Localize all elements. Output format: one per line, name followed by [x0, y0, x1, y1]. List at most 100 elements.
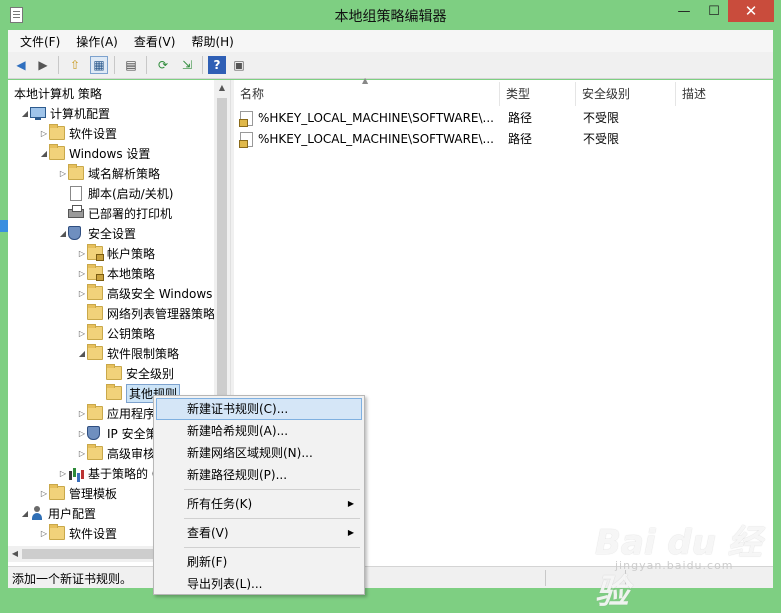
- context-menu-item-label: 刷新(F): [187, 555, 228, 569]
- expand-arrow-icon[interactable]: ▷: [77, 423, 87, 443]
- tree-item-label: 帐户策略: [107, 246, 156, 261]
- context-menu-item[interactable]: 新建网络区域规则(N)...: [156, 442, 362, 464]
- collapse-arrow-icon[interactable]: ◢: [39, 143, 49, 163]
- tree-item-label: 公钥策略: [107, 326, 156, 341]
- context-menu-item-label: 新建证书规则(C)...: [187, 402, 289, 416]
- menu-separator: [184, 518, 360, 519]
- tree-item[interactable]: 本地计算机 策略: [14, 83, 102, 103]
- tree-item[interactable]: ▷ 基于策略的 Q: [58, 463, 161, 483]
- document-icon: [70, 185, 82, 201]
- folder-icon: [87, 444, 103, 460]
- column-header-name[interactable]: 名称: [234, 82, 500, 106]
- submenu-arrow-icon: ▶: [347, 499, 354, 508]
- list-row[interactable]: %HKEY_LOCAL_MACHINE\SOFTWARE\... 路径 不受限: [234, 108, 773, 129]
- collapse-arrow-icon[interactable]: ◢: [58, 223, 68, 243]
- tree-item[interactable]: 已部署的打印机: [58, 203, 172, 223]
- tree-item[interactable]: ▷ 管理模板: [39, 483, 117, 503]
- expand-arrow-icon[interactable]: ▷: [58, 163, 68, 183]
- tree-item-label: 管理模板: [69, 486, 118, 501]
- expand-arrow-icon[interactable]: ▷: [58, 463, 68, 483]
- refresh-icon[interactable]: ⟳: [154, 56, 172, 74]
- context-menu-item[interactable]: 查看(V) ▶: [156, 522, 362, 544]
- up-folder-icon[interactable]: ⇧: [66, 56, 84, 74]
- folder-icon: [49, 144, 65, 160]
- tree-item[interactable]: ▷ 公钥策略: [77, 323, 155, 343]
- folder-icon: [87, 284, 103, 300]
- scroll-up-icon[interactable]: ▲: [214, 80, 230, 96]
- column-header-description[interactable]: 描述: [676, 82, 773, 106]
- tree-item[interactable]: 网络列表管理器策略: [77, 303, 215, 323]
- tree-item-label: 基于策略的 Q: [88, 466, 162, 481]
- tree-item-label: 安全级别: [126, 366, 175, 381]
- tree-item-label: 本地策略: [107, 266, 156, 281]
- help-icon[interactable]: ?: [208, 56, 226, 74]
- column-header-type[interactable]: 类型: [500, 82, 576, 106]
- folder-icon: [106, 384, 122, 400]
- tree-item[interactable]: ▷ 本地策略: [77, 263, 155, 283]
- context-menu-item[interactable]: 刷新(F): [156, 551, 362, 573]
- content-area: 本地计算机 策略 ◢ 计算机配置 ▷ 软件设置 ◢ Windows 设置 ▷ 域名解析策略 脚本(…: [8, 76, 773, 566]
- folder-icon: [87, 344, 103, 360]
- tree-item[interactable]: ▷ 高级安全 Windows 防: [77, 283, 228, 303]
- expand-arrow-icon[interactable]: ▷: [77, 283, 87, 303]
- column-header-security-level[interactable]: 安全级别: [576, 82, 676, 106]
- back-arrow-icon[interactable]: ◀: [12, 56, 30, 74]
- tree-item[interactable]: ◢ 计算机配置: [20, 103, 110, 123]
- tree-item[interactable]: ◢ Windows 设置: [39, 143, 150, 163]
- tree-item-label: Windows 设置: [69, 146, 151, 161]
- tree-item[interactable]: ◢ 软件限制策略: [77, 343, 179, 363]
- tree-item[interactable]: ▷ 帐户策略: [77, 243, 155, 263]
- properties-icon[interactable]: ▤: [122, 56, 140, 74]
- expand-arrow-icon[interactable]: ▷: [77, 263, 87, 283]
- menu-help[interactable]: 帮助(H): [191, 33, 233, 50]
- context-menu-item[interactable]: 新建证书规则(C)...: [156, 398, 362, 420]
- expand-arrow-icon[interactable]: ▷: [77, 403, 87, 423]
- tree-item[interactable]: ▷ 域名解析策略: [58, 163, 160, 183]
- folder-icon: [49, 484, 65, 500]
- minimize-button[interactable]: —: [668, 0, 700, 22]
- folder-icon: [87, 324, 103, 340]
- menu-file[interactable]: 文件(F): [20, 33, 60, 50]
- expand-arrow-icon[interactable]: ▷: [39, 483, 49, 503]
- menu-action[interactable]: 操作(A): [76, 33, 118, 50]
- export-list-icon[interactable]: ⇲: [178, 56, 196, 74]
- background-window-edge: [0, 220, 8, 232]
- expand-arrow-icon[interactable]: ▷: [39, 523, 49, 543]
- close-button[interactable]: ✕: [728, 0, 774, 22]
- expand-arrow-icon[interactable]: ▷: [77, 323, 87, 343]
- tree-item[interactable]: ▷ 软件设置: [39, 123, 117, 143]
- row-name: %HKEY_LOCAL_MACHINE\SOFTWARE\...: [258, 111, 494, 125]
- printer-icon: [68, 204, 84, 218]
- context-menu-item-label: 新建哈希规则(A)...: [187, 424, 289, 438]
- tree-item[interactable]: ▷ 软件设置: [39, 523, 117, 543]
- collapse-arrow-icon[interactable]: ◢: [20, 503, 30, 523]
- watermark: Bai du 经验 jingyan.baidu.com: [595, 515, 775, 612]
- context-menu-item[interactable]: 所有任务(K) ▶: [156, 493, 362, 515]
- path-rule-icon: [239, 111, 253, 127]
- title-bar[interactable]: 本地组策略编辑器 — ☐ ✕: [0, 0, 781, 30]
- tree-item[interactable]: ◢ 用户配置: [20, 503, 96, 523]
- tree-item[interactable]: ◢ 安全设置: [58, 223, 136, 243]
- tree-item[interactable]: 脚本(启动/关机): [58, 183, 173, 203]
- expand-arrow-icon[interactable]: ▷: [77, 243, 87, 263]
- context-menu-item[interactable]: 新建哈希规则(A)...: [156, 420, 362, 442]
- scroll-left-icon[interactable]: ◀: [8, 546, 22, 562]
- forward-arrow-icon[interactable]: ▶: [34, 56, 52, 74]
- console-icon[interactable]: ▣: [230, 56, 248, 74]
- list-row[interactable]: %HKEY_LOCAL_MACHINE\SOFTWARE\... 路径 不受限: [234, 129, 773, 150]
- context-menu: 新建证书规则(C)... 新建哈希规则(A)... 新建网络区域规则(N)... 新建…: [153, 395, 365, 595]
- collapse-arrow-icon[interactable]: ◢: [20, 103, 30, 123]
- maximize-button[interactable]: ☐: [700, 0, 728, 22]
- expand-arrow-icon[interactable]: ▷: [39, 123, 49, 143]
- show-hide-tree-icon[interactable]: ▦: [90, 56, 108, 74]
- expand-arrow-icon[interactable]: ▷: [77, 443, 87, 463]
- context-menu-item[interactable]: 导出列表(L)...: [156, 573, 362, 594]
- context-menu-item[interactable]: 新建路径规则(P)...: [156, 464, 362, 486]
- menu-view[interactable]: 查看(V): [134, 33, 176, 50]
- tree-item[interactable]: 安全级别: [96, 363, 174, 383]
- collapse-arrow-icon[interactable]: ◢: [77, 343, 87, 363]
- ip-security-icon: [87, 426, 100, 440]
